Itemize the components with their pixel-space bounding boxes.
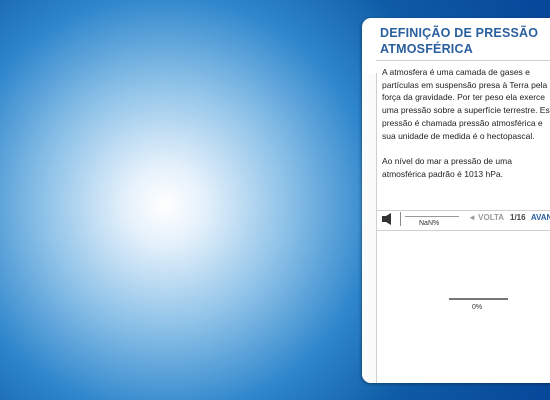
back-button[interactable]: ◄ VOLTA (468, 213, 504, 222)
info-panel: DEFINIÇÃO DE PRESSÃO ATMOSFÉRICA A atmos… (362, 18, 550, 383)
audio-nav-controls: NaN% ◄ VOLTA 1/16 AVANÇA ► (362, 210, 550, 230)
audio-progress-track[interactable] (405, 216, 459, 217)
paragraph-sea-level: Ao nível do mar a pressão de uma atmosfé… (382, 156, 512, 179)
panel-body: A atmosfera é uma camada de gases e part… (382, 66, 550, 194)
speaker-icon[interactable] (382, 213, 394, 225)
page-navigation: ◄ VOLTA 1/16 AVANÇA ► (468, 213, 550, 222)
stage-background: DEFINIÇÃO DE PRESSÃO ATMOSFÉRICA A atmos… (0, 0, 550, 400)
controls-separator (400, 212, 401, 226)
loading-progress-bar (449, 298, 508, 300)
title-divider (376, 60, 550, 61)
page-counter: 1/16 (510, 213, 526, 222)
next-button[interactable]: AVANÇA ► (531, 213, 550, 222)
controls-bottom-divider (376, 230, 550, 231)
audio-progress-label: NaN% (419, 220, 440, 227)
paragraph-intro: A atmosfera é uma camada de gases e part… (382, 67, 550, 141)
panel-title: DEFINIÇÃO DE PRESSÃO ATMOSFÉRICA (380, 26, 539, 56)
loading-progress-label: 0% (472, 304, 483, 311)
